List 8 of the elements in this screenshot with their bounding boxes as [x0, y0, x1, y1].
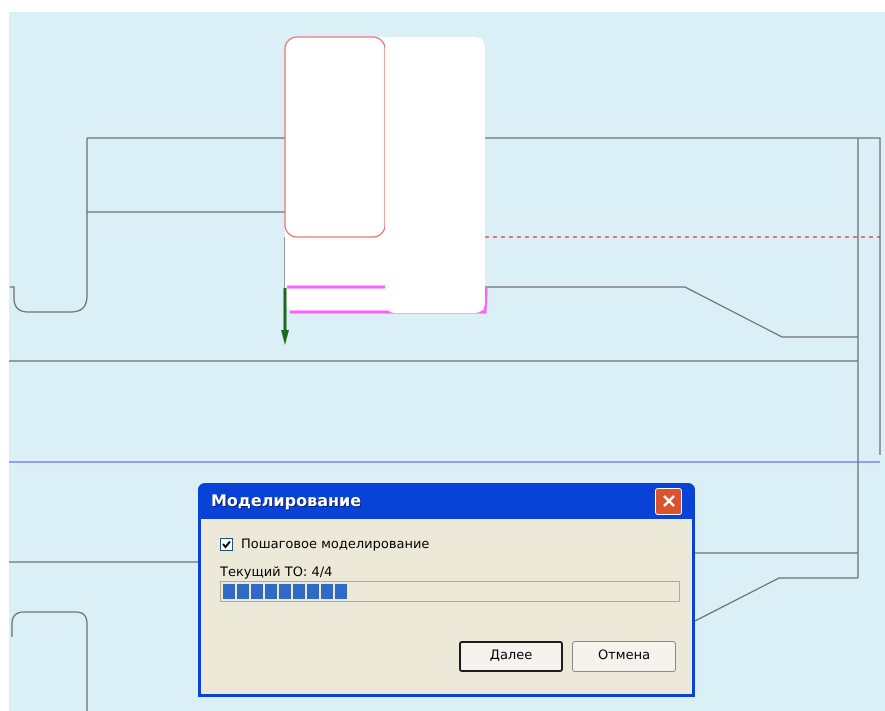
dialog-button[interactable]: Отмена [572, 640, 676, 672]
close-button[interactable] [655, 488, 682, 514]
close-icon [662, 494, 676, 508]
checkbox-label: Пошаговое моделирование [241, 536, 430, 554]
checkbox[interactable] [220, 538, 233, 552]
dialog-title: Моделирование [211, 490, 362, 512]
dialog-button[interactable]: Далее [459, 640, 563, 672]
progress-label: Текущий ТО: 4/4 [220, 564, 334, 580]
